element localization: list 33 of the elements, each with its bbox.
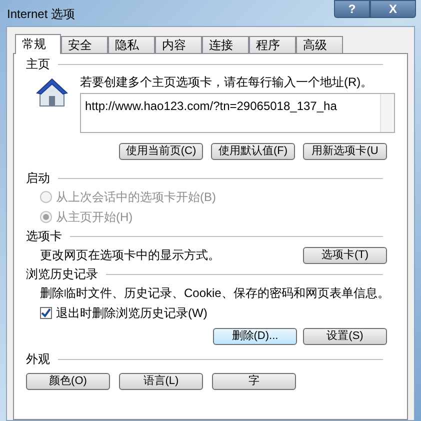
window-title: Internet 选项: [7, 6, 76, 23]
dialog-button[interactable]: 语言(L): [119, 373, 203, 390]
section-heading: 选项卡: [26, 228, 62, 244]
section-heading: 外观: [26, 351, 50, 367]
section-heading: 主页: [26, 56, 50, 72]
checkbox-label: 退出时删除浏览历史记录(W): [56, 305, 208, 322]
tab[interactable]: 程序: [249, 36, 296, 53]
section-heading: 浏览历史记录: [26, 266, 98, 282]
description-text: 删除临时文件、历史记录、Cookie、保存的密码和网页表单信息。: [39, 285, 390, 302]
dialog-button[interactable]: 选项卡(T): [303, 246, 387, 264]
close-button[interactable]: X: [370, 0, 416, 18]
checkbox[interactable]: [40, 307, 52, 319]
dialog-button[interactable]: 字: [212, 373, 296, 390]
tab[interactable]: 安全: [61, 36, 108, 53]
address-field[interactable]: http://www.hao123.com/?tn=29065018_137_ha: [80, 93, 395, 133]
tab[interactable]: 内容: [155, 36, 202, 53]
radio-label: 从上次会话中的选项卡开始(B): [56, 189, 216, 206]
radio-label: 从主页开始(H): [56, 209, 133, 226]
dialog-button[interactable]: 颜色(O): [26, 373, 110, 390]
house-icon: [36, 78, 68, 108]
dialog-button[interactable]: 删除(D)...: [213, 328, 297, 345]
dialog-button[interactable]: 设置(S): [303, 328, 387, 345]
instruction-text: 若要创建多个主页选项卡，请在每行输入一个地址(R)。: [80, 74, 374, 90]
description-text: 更改网页在选项卡中的显示方式。: [40, 247, 220, 264]
tab[interactable]: 常规: [15, 34, 61, 54]
tab[interactable]: 高级: [296, 36, 343, 53]
dialog-button[interactable]: 用新选项卡(U: [303, 143, 387, 160]
dialog-button[interactable]: 使用默认值(F): [211, 143, 295, 160]
dialog-button[interactable]: 使用当前页(C): [119, 143, 203, 160]
tab[interactable]: 隐私: [108, 36, 155, 53]
tab[interactable]: 连接: [202, 36, 249, 53]
section-heading: 启动: [26, 170, 50, 186]
scrollbar[interactable]: [380, 94, 394, 132]
